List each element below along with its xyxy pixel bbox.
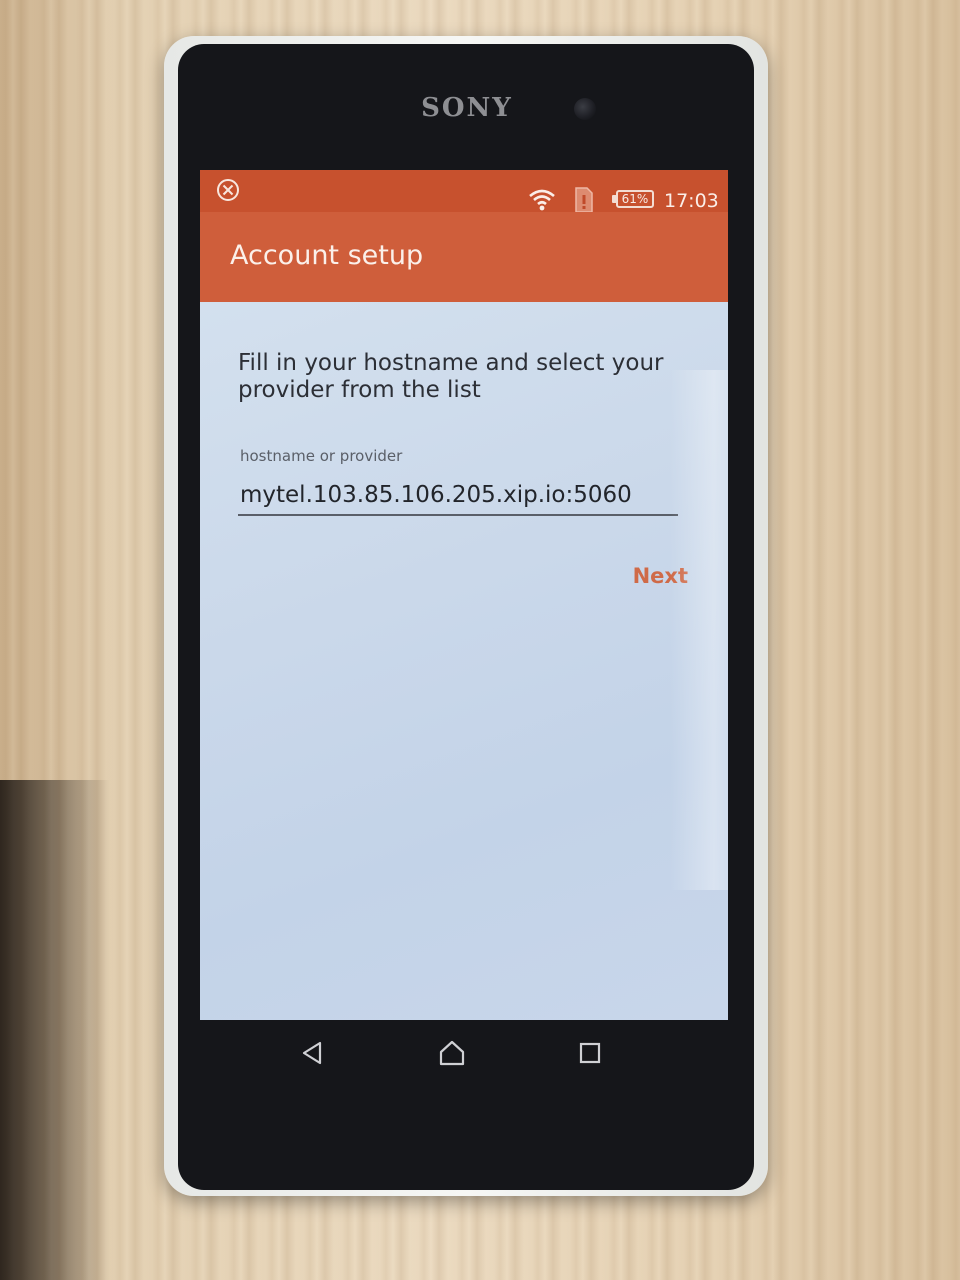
phone-screen: 61% 17:03 Account setup Fill in your hos… [200,170,728,1020]
status-bar: 61% 17:03 [200,170,728,213]
hostname-field-label: hostname or provider [240,447,403,465]
battery-icon: 61% [612,190,658,210]
wifi-icon [529,189,555,211]
close-circle-icon[interactable] [216,178,240,202]
brand-logo: SONY [421,93,513,123]
recents-icon[interactable] [575,1038,605,1068]
hostname-input[interactable] [238,476,678,516]
status-clock: 17:03 [664,190,719,212]
page-title: Account setup [230,240,424,271]
desk-shadow [0,780,110,1280]
sim-card-icon [575,187,593,213]
battery-percent: 61% [616,190,654,208]
content-area: Fill in your hostname and select your pr… [200,302,728,1020]
instructions-text: Fill in your hostname and select your pr… [238,350,664,403]
app-bar: Account setup [200,212,728,302]
home-icon[interactable] [437,1038,467,1068]
front-camera [574,98,596,120]
next-button[interactable]: Next [598,556,688,596]
back-icon[interactable] [298,1038,328,1068]
